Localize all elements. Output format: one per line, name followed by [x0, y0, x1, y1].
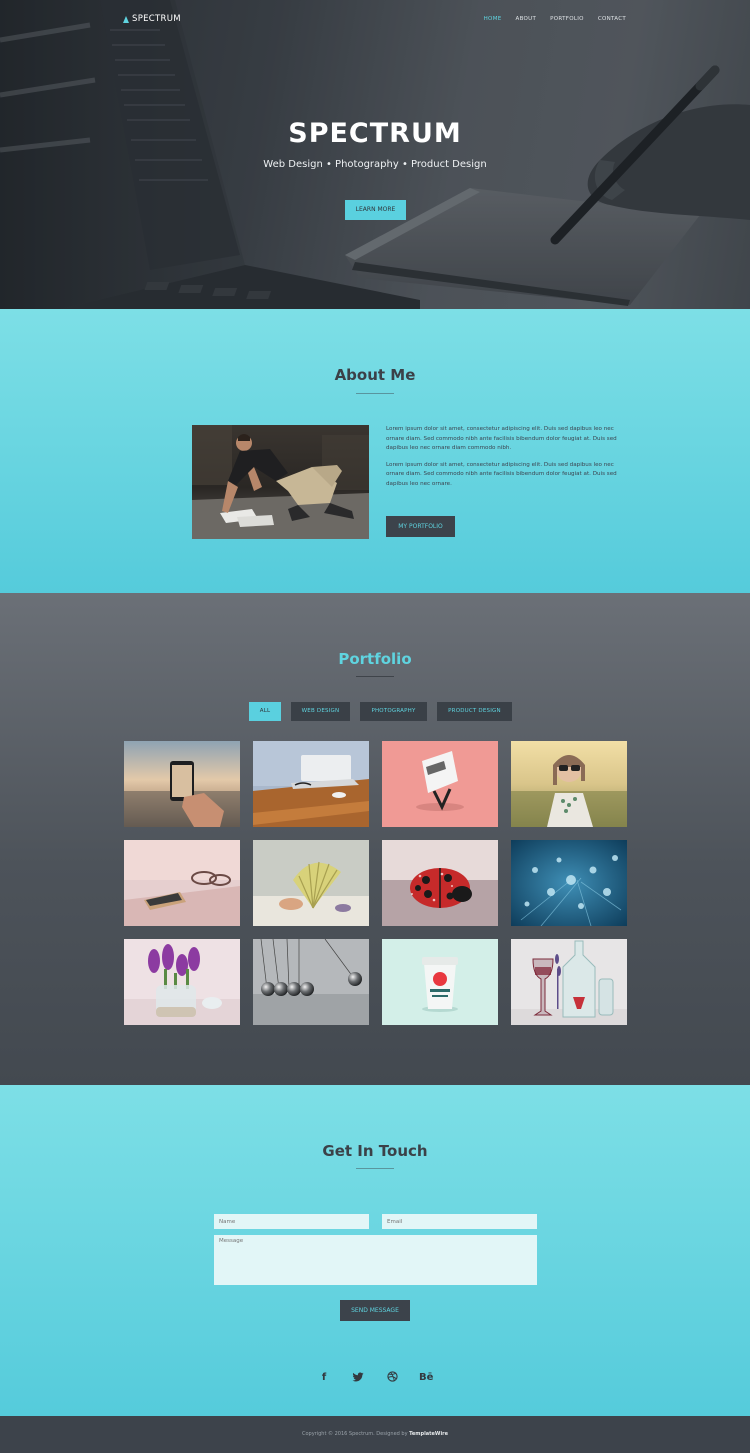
- contact-title: Get In Touch: [322, 1142, 428, 1160]
- behance-icon[interactable]: Bē: [419, 1371, 433, 1385]
- hero-section: SPECTRUM HOME ABOUT PORTFOLIO CONTACT SP…: [0, 0, 750, 309]
- portfolio-item-business-card[interactable]: [382, 741, 498, 827]
- portfolio-section: Portfolio ALL WEB DESIGN PHOTOGRAPHY PRO…: [0, 593, 750, 1085]
- about-text: Lorem ipsum dolor sit amet, consectetur …: [386, 425, 626, 489]
- filter-web-design[interactable]: WEB DESIGN: [291, 702, 350, 721]
- portfolio-item-phone-glasses[interactable]: [124, 840, 240, 926]
- brand-logo[interactable]: SPECTRUM: [123, 14, 181, 24]
- footer: Copyright © 2016 Spectrum. Designed by T…: [0, 1416, 750, 1453]
- portfolio-item-water-drops[interactable]: [511, 840, 627, 926]
- nav-item-portfolio[interactable]: PORTFOLIO: [550, 16, 584, 22]
- portfolio-item-flowers-jar[interactable]: [124, 939, 240, 1025]
- my-portfolio-button[interactable]: MY PORTFOLIO: [386, 516, 455, 537]
- message-field[interactable]: [214, 1235, 537, 1285]
- nav-item-home[interactable]: HOME: [484, 16, 502, 22]
- about-photo: [192, 425, 369, 539]
- about-paragraph-2: Lorem ipsum dolor sit amet, consectetur …: [386, 461, 617, 487]
- name-field[interactable]: [214, 1214, 369, 1229]
- about-section: About Me Lorem ipsum dolor sit amet, con…: [0, 309, 750, 593]
- portfolio-title-divider: [356, 676, 394, 677]
- portfolio-grid: [124, 741, 627, 1025]
- about-paragraph-1: Lorem ipsum dolor sit amet, consectetur …: [386, 426, 617, 451]
- portfolio-item-ladybug[interactable]: [382, 840, 498, 926]
- learn-more-button[interactable]: LEARN MORE: [345, 200, 406, 220]
- filter-all[interactable]: ALL: [249, 702, 281, 721]
- nav-item-contact[interactable]: CONTACT: [598, 16, 626, 22]
- contact-title-divider: [356, 1168, 394, 1169]
- filter-product-design[interactable]: PRODUCT DESIGN: [437, 702, 512, 721]
- send-message-button[interactable]: SEND MESSAGE: [340, 1300, 410, 1321]
- contact-section: Get In Touch SEND MESSAGE f Bē: [0, 1085, 750, 1416]
- brand-name: SPECTRUM: [132, 14, 181, 24]
- hero-overlay: [0, 0, 750, 309]
- templatewire-link[interactable]: TemplateWire: [409, 1431, 448, 1437]
- hero-title: SPECTRUM: [288, 118, 462, 149]
- portfolio-item-laptop-desk[interactable]: [253, 741, 369, 827]
- triangle-logo-icon: [123, 15, 129, 23]
- copyright-text: Copyright © 2016 Spectrum. Designed by: [301, 1431, 408, 1437]
- about-title: About Me: [334, 366, 416, 384]
- portfolio-title: Portfolio: [338, 650, 412, 668]
- twitter-icon[interactable]: [351, 1371, 365, 1385]
- portfolio-filters: ALL WEB DESIGN PHOTOGRAPHY PRODUCT DESIG…: [249, 702, 512, 721]
- portfolio-item-glass-bottles[interactable]: [511, 939, 627, 1025]
- top-navbar: SPECTRUM HOME ABOUT PORTFOLIO CONTACT: [0, 0, 750, 40]
- social-links: f Bē: [0, 1371, 750, 1385]
- portfolio-item-phone-sunset[interactable]: [124, 741, 240, 827]
- dribbble-icon[interactable]: [385, 1371, 399, 1385]
- filter-photography[interactable]: PHOTOGRAPHY: [360, 702, 427, 721]
- facebook-icon[interactable]: f: [317, 1371, 331, 1385]
- about-title-divider: [356, 393, 394, 394]
- nav-item-about[interactable]: ABOUT: [516, 16, 537, 22]
- email-field[interactable]: [382, 1214, 537, 1229]
- nav-menu: HOME ABOUT PORTFOLIO CONTACT: [484, 16, 626, 22]
- portfolio-item-newtons-cradle[interactable]: [253, 939, 369, 1025]
- hero-subtitle: Web Design • Photography • Product Desig…: [263, 159, 487, 170]
- portfolio-item-seashell[interactable]: [253, 840, 369, 926]
- portfolio-item-coffee-cup[interactable]: [382, 939, 498, 1025]
- portfolio-item-woman-field[interactable]: [511, 741, 627, 827]
